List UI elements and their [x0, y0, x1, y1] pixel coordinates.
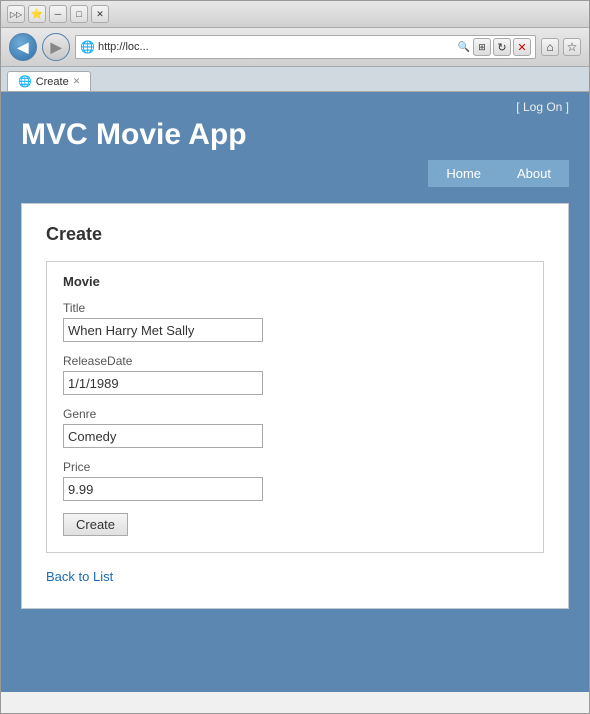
maximize-button[interactable]: □: [70, 5, 88, 23]
create-button[interactable]: Create: [63, 513, 128, 536]
browser-window: ▷▷ ⭐ ─ □ ✕ ◀ ▶ 🌐 http://loc... 🔍 ⊞ ↻ ✕ ⌂…: [0, 0, 590, 714]
browser-titlebar: ▷▷ ⭐ ─ □ ✕: [1, 1, 589, 28]
refresh-button[interactable]: ↻: [493, 38, 511, 56]
release-date-label: ReleaseDate: [63, 354, 527, 368]
tab-ie-icon: 🌐: [18, 75, 32, 88]
release-date-group: ReleaseDate: [63, 354, 527, 395]
forward-icon: ▶: [51, 39, 62, 56]
tab-title: Create: [36, 76, 69, 88]
favorites-star-button[interactable]: ☆: [563, 38, 581, 56]
title-label: Title: [63, 301, 527, 315]
price-group: Price: [63, 460, 527, 501]
content-card: Create Movie Title ReleaseDate Genre: [21, 203, 569, 609]
browser-tab-create[interactable]: 🌐 Create ✕: [7, 71, 91, 91]
app-title: MVC Movie App: [21, 118, 569, 160]
title-input[interactable]: [63, 318, 263, 342]
close-button[interactable]: ✕: [91, 5, 109, 23]
app-content: Create Movie Title ReleaseDate Genre: [1, 187, 589, 625]
app-header: [ Log On ] MVC Movie App Home About: [1, 92, 589, 187]
home-nav-button[interactable]: Home: [428, 160, 499, 187]
pin-button[interactable]: ▷▷: [7, 5, 25, 23]
minimize-button[interactable]: ─: [49, 5, 67, 23]
genre-group: Genre: [63, 407, 527, 448]
back-icon: ◀: [18, 39, 29, 56]
compatibility-button[interactable]: ⊞: [473, 38, 491, 56]
tab-bar: 🌐 Create ✕: [1, 67, 589, 92]
logon-link[interactable]: [ Log On ]: [516, 100, 569, 114]
page-title: Create: [46, 224, 544, 245]
price-label: Price: [63, 460, 527, 474]
home-button[interactable]: ⌂: [541, 38, 559, 56]
tab-close-icon[interactable]: ✕: [73, 76, 81, 87]
logon-bar: [ Log On ]: [21, 100, 569, 118]
address-text: http://loc...: [98, 41, 455, 53]
genre-input[interactable]: [63, 424, 263, 448]
forward-button[interactable]: ▶: [42, 33, 70, 61]
app-background: [ Log On ] MVC Movie App Home About Crea…: [1, 92, 589, 692]
back-to-list-link[interactable]: Back to List: [46, 569, 113, 584]
app-nav: Home About: [21, 160, 569, 187]
about-nav-button[interactable]: About: [499, 160, 569, 187]
genre-label: Genre: [63, 407, 527, 421]
address-bar[interactable]: 🌐 http://loc... 🔍 ⊞ ↻ ✕: [75, 35, 536, 59]
form-section-title: Movie: [63, 274, 527, 289]
stop-button[interactable]: ✕: [513, 38, 531, 56]
form-section: Movie Title ReleaseDate Genre Pr: [46, 261, 544, 553]
toolbar-right: ⌂ ☆: [541, 38, 581, 56]
release-date-input[interactable]: [63, 371, 263, 395]
price-input[interactable]: [63, 477, 263, 501]
favorites-button[interactable]: ⭐: [28, 5, 46, 23]
address-search-icon: 🔍: [458, 42, 470, 53]
back-button[interactable]: ◀: [9, 33, 37, 61]
back-to-list-section: Back to List: [46, 569, 544, 584]
ie-icon: 🌐: [80, 40, 95, 54]
title-group: Title: [63, 301, 527, 342]
